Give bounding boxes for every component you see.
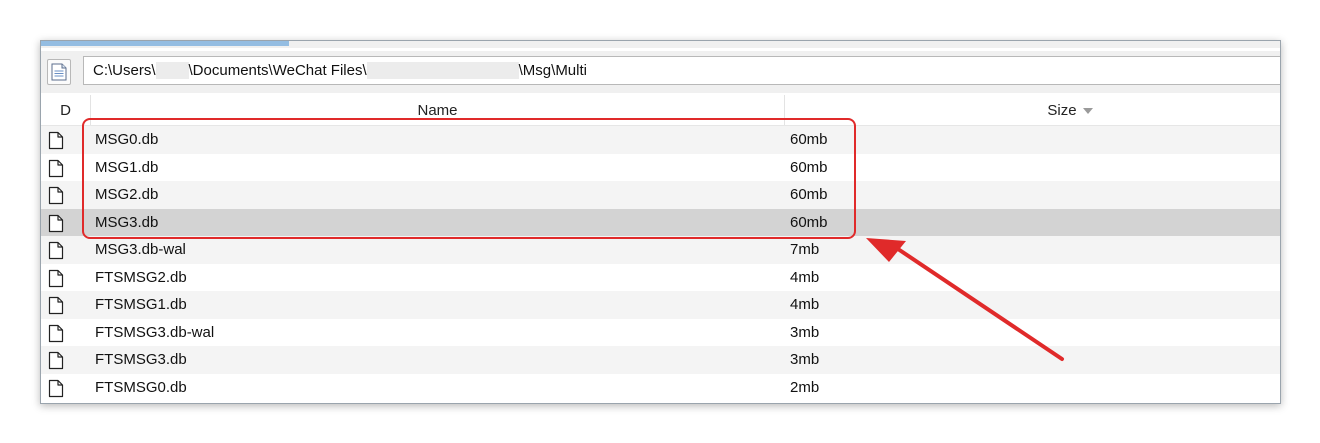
path-input[interactable]: C:\Users\ \Documents\WeChat Files\ \Msg\Mu… — [83, 56, 1280, 85]
file-row[interactable]: FTSMSG3.db-wal 3mb — [41, 318, 1280, 346]
file-row[interactable]: FTSMSG0.db 2mb — [41, 373, 1280, 401]
column-header-d[interactable]: D — [41, 95, 91, 125]
path-middle: \Documents\WeChat Files\ — [188, 62, 367, 79]
file-icon — [48, 159, 64, 177]
redacted-account-id — [366, 62, 519, 79]
file-icon — [48, 324, 64, 342]
file-row[interactable]: FTSMSG3.db 3mb — [41, 346, 1280, 374]
file-icon — [48, 296, 64, 315]
file-row[interactable]: FTSMSG2.db 4mb — [41, 263, 1280, 291]
file-row[interactable]: MSG0.db 60mb — [41, 126, 1280, 154]
column-header-row: D Name Size — [41, 95, 1280, 126]
address-bar: C:\Users\ \Documents\WeChat Files\ \Msg\Mu… — [41, 51, 1280, 93]
file-name: FTSMSG1.db — [95, 296, 187, 314]
file-size: 4mb — [790, 268, 820, 286]
file-icon — [48, 214, 64, 232]
file-name: MSG3.db — [95, 213, 159, 231]
file-size: 60mb — [790, 158, 828, 176]
file-size: 7mb — [790, 241, 820, 259]
file-icon — [48, 269, 64, 287]
file-list: MSG0.db 60mb MSG1.db 60mb MSG2.db 60mb MSG3.db… — [41, 126, 1280, 401]
redacted-username — [155, 62, 189, 79]
file-row[interactable]: FTSMSG1.db 4mb — [41, 291, 1280, 319]
file-name: FTSMSG3.db — [95, 351, 187, 369]
page-icon — [51, 63, 67, 81]
file-icon — [48, 379, 64, 397]
column-header-size[interactable]: Size — [785, 95, 1280, 125]
file-size: 60mb — [790, 213, 828, 231]
page-icon-button[interactable] — [47, 59, 71, 85]
file-icon — [48, 186, 64, 205]
file-row[interactable]: MSG1.db 60mb — [41, 153, 1280, 181]
file-name: FTSMSG3.db-wal — [95, 323, 215, 341]
file-name: FTSMSG0.db — [95, 378, 187, 396]
file-size: 3mb — [790, 351, 820, 369]
file-size: 60mb — [790, 131, 828, 149]
file-row[interactable]: MSG3.db-wal 7mb — [41, 236, 1280, 264]
file-icon — [48, 351, 64, 370]
file-name: MSG2.db — [95, 186, 159, 204]
file-icon — [48, 131, 64, 150]
sort-descending-icon — [1082, 108, 1093, 114]
file-size: 4mb — [790, 296, 820, 314]
path-prefix: C:\Users\ — [93, 62, 156, 79]
file-name: MSG1.db — [95, 158, 159, 176]
loading-progress-bar — [41, 41, 289, 46]
file-name: FTSMSG2.db — [95, 268, 187, 286]
file-name: MSG3.db-wal — [95, 241, 186, 259]
file-row[interactable]: MSG3.db 60mb — [41, 208, 1280, 236]
file-icon — [48, 241, 64, 260]
file-size: 3mb — [790, 323, 820, 341]
file-size: 60mb — [790, 186, 828, 204]
loading-progress-track — [41, 41, 1280, 48]
path-suffix: \Msg\Multi — [518, 62, 587, 79]
file-list-window: C:\Users\ \Documents\WeChat Files\ \Msg\Mu… — [40, 40, 1281, 404]
file-size: 2mb — [790, 378, 820, 396]
file-name: MSG0.db — [95, 131, 159, 149]
file-row[interactable]: MSG2.db 60mb — [41, 181, 1280, 209]
column-header-name[interactable]: Name — [91, 95, 785, 125]
